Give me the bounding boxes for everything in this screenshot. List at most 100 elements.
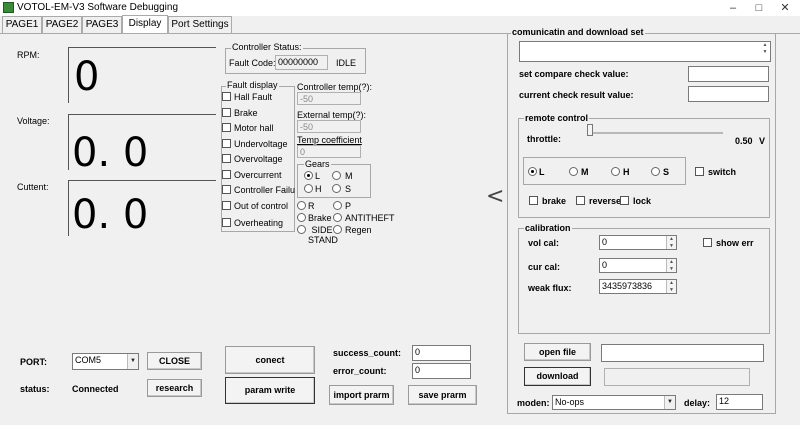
delay-label: delay: — [684, 398, 711, 408]
throttle-slider-track[interactable] — [589, 132, 723, 134]
fault-checkbox[interactable] — [222, 201, 231, 210]
mode-group — [523, 157, 686, 185]
tab-page2[interactable]: PAGE2 — [42, 16, 82, 33]
throttle-value: 0.50 — [735, 136, 753, 146]
current-label: Cuttent: — [17, 182, 49, 192]
gear-l-radio[interactable] — [304, 171, 313, 180]
tab-page3[interactable]: PAGE3 — [82, 16, 122, 33]
chevron-down-icon[interactable]: ▼ — [127, 354, 138, 369]
scroll-arrows-icon[interactable]: ▲ ▼ — [760, 42, 770, 61]
minimize-button[interactable]: – — [720, 0, 746, 16]
delay-field[interactable]: 12 — [716, 394, 763, 410]
voltage-label: Voltage: — [17, 116, 50, 126]
file-path-field[interactable] — [601, 344, 764, 362]
collapse-panel-arrow[interactable]: < — [486, 184, 504, 209]
reverse-checkbox[interactable] — [576, 196, 585, 205]
fault-checkbox[interactable] — [222, 92, 231, 101]
download-button[interactable]: download — [524, 367, 591, 386]
tab-port-settings[interactable]: Port Settings — [168, 16, 232, 33]
tab-page1[interactable]: PAGE1 — [2, 16, 42, 33]
comm-text-field[interactable]: ▲ ▼ — [519, 41, 771, 62]
voltage-value: 0. 0 — [72, 130, 149, 176]
rpm-display: 0 — [68, 47, 216, 103]
show-err-checkbox[interactable] — [703, 238, 712, 247]
research-button[interactable]: research — [147, 379, 202, 397]
gear-m-label: M — [345, 171, 353, 181]
mode-m-label: M — [581, 167, 589, 177]
temp-coefficient-label: Temp coefficient — [297, 135, 362, 145]
fault-checkbox[interactable] — [222, 218, 231, 227]
mode-h-radio[interactable] — [611, 167, 620, 176]
mode-l-radio[interactable] — [528, 167, 537, 176]
close-window-button[interactable]: ✕ — [772, 0, 798, 16]
spinner-arrows-icon[interactable]: ▲ ▼ — [666, 236, 676, 249]
state-regen-radio[interactable] — [333, 225, 342, 234]
open-file-button[interactable]: open file — [524, 343, 591, 361]
state-r-radio[interactable] — [297, 201, 306, 210]
gear-s-radio[interactable] — [332, 184, 341, 193]
set-compare-field[interactable] — [688, 66, 769, 82]
fault-checkbox[interactable] — [222, 123, 231, 132]
gears-title: Gears — [304, 159, 331, 169]
success-count-field[interactable]: 0 — [412, 345, 471, 361]
gear-s-label: S — [345, 184, 352, 194]
state-r-label: R — [308, 201, 315, 211]
gear-m-radio[interactable] — [332, 171, 341, 180]
mode-s-radio[interactable] — [651, 167, 660, 176]
success-count-label: success_count: — [333, 348, 402, 358]
weak-flux-value: 3435973836 — [602, 281, 653, 291]
state-side-stand-radio[interactable] — [297, 225, 306, 234]
throttle-label: throttle: — [527, 134, 561, 144]
external-temp-label: External temp(?): — [297, 110, 367, 120]
switch-checkbox[interactable] — [695, 167, 704, 176]
fault-code-field: 00000000 — [275, 55, 328, 70]
cur-cal-field[interactable]: 0 ▲ ▼ — [599, 258, 677, 273]
gear-h-radio[interactable] — [304, 184, 313, 193]
fault-checkbox[interactable] — [222, 139, 231, 148]
fault-checkbox[interactable] — [222, 154, 231, 163]
comm-download-title: comunicatin and download set — [511, 27, 645, 37]
brake-label: brake — [542, 196, 567, 206]
error-count-label: error_count: — [333, 366, 387, 376]
spinner-arrows-icon[interactable]: ▲ ▼ — [666, 280, 676, 293]
remote-control-title: remote control — [524, 113, 590, 123]
app-icon — [3, 2, 14, 13]
current-display: 0. 0 — [68, 180, 216, 236]
fault-brake-label: Brake — [234, 108, 258, 118]
lock-label: lock — [633, 196, 652, 206]
close-port-button[interactable]: CLOSE — [147, 352, 202, 370]
fault-checkbox[interactable] — [222, 108, 231, 117]
throttle-slider-thumb[interactable] — [587, 124, 593, 136]
moden-select[interactable]: No-ops ▼ — [552, 395, 676, 410]
download-progress-field — [604, 368, 750, 386]
fault-overcurrent-label: Overcurrent — [234, 170, 282, 180]
param-write-button[interactable]: param write — [225, 377, 315, 404]
fault-out-of-control-label: Out of control — [234, 201, 289, 211]
fault-checkbox[interactable] — [222, 185, 231, 194]
state-antitheft-radio[interactable] — [333, 213, 342, 222]
spinner-arrows-icon[interactable]: ▲ ▼ — [666, 259, 676, 272]
mode-m-radio[interactable] — [569, 167, 578, 176]
rpm-value: 0 — [74, 54, 100, 100]
import-param-button[interactable]: import prarm — [329, 385, 394, 405]
port-select[interactable]: COM5 ▼ — [72, 353, 139, 370]
maximize-button[interactable]: □ — [746, 0, 772, 16]
brake-checkbox[interactable] — [529, 196, 538, 205]
fault-hall-label: Hall Fault — [234, 92, 273, 102]
weak-flux-field[interactable]: 3435973836 ▲ ▼ — [599, 279, 677, 294]
vol-cal-field[interactable]: 0 ▲ ▼ — [599, 235, 677, 250]
reverse-label: reverse — [589, 196, 622, 206]
fault-checkbox[interactable] — [222, 170, 231, 179]
lock-checkbox[interactable] — [620, 196, 629, 205]
tab-display[interactable]: Display — [122, 15, 168, 34]
error-count-field[interactable]: 0 — [412, 363, 471, 379]
current-check-field[interactable] — [688, 86, 769, 102]
state-brake-radio[interactable] — [297, 213, 306, 222]
save-param-button[interactable]: save prarm — [408, 385, 477, 405]
connect-button[interactable]: conect — [225, 346, 315, 374]
calibration-title: calibration — [524, 223, 572, 233]
fault-display-title: Fault display — [226, 80, 279, 90]
chevron-down-icon[interactable]: ▼ — [664, 396, 675, 409]
fault-controller-failure-label: Controller Failure — [234, 185, 295, 195]
state-p-radio[interactable] — [333, 201, 342, 210]
